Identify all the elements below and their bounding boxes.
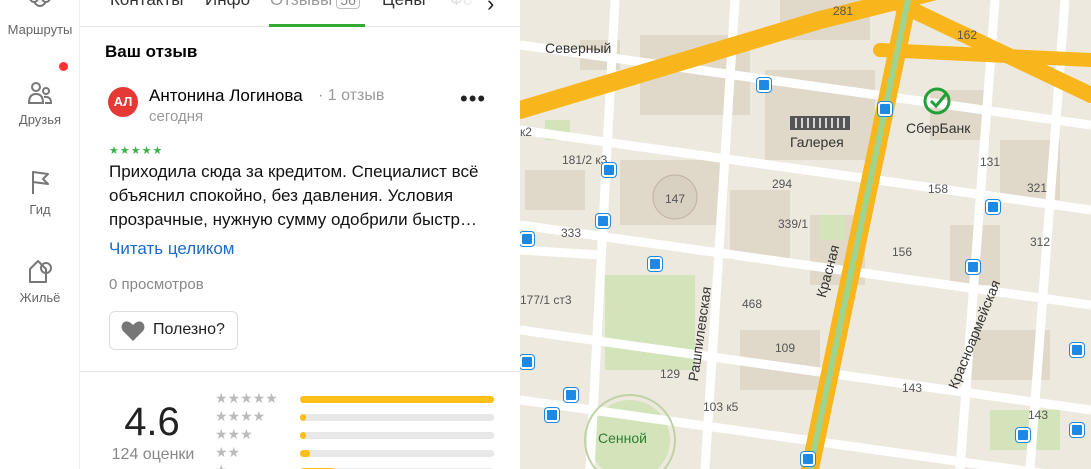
bus-stop-icon[interactable] bbox=[757, 78, 771, 92]
map-label-147: 147 bbox=[665, 192, 686, 206]
sidebar-item-housing[interactable]: Жильё bbox=[0, 256, 80, 305]
map-label-143: 143 bbox=[1028, 408, 1049, 422]
active-tab-indicator bbox=[269, 24, 365, 27]
bus-stop-icon[interactable] bbox=[1070, 343, 1084, 357]
map-label-468: 468 bbox=[742, 297, 763, 311]
sidebar-item-label: Жильё bbox=[19, 290, 61, 305]
distribution-bar bbox=[300, 396, 494, 403]
sidebar-item-friends[interactable]: Друзья bbox=[0, 78, 80, 127]
bus-stop-icon[interactable] bbox=[648, 257, 662, 271]
divider bbox=[80, 371, 520, 372]
heart-icon bbox=[121, 321, 145, 341]
map-label-103-k5: 103 к5 bbox=[703, 400, 739, 414]
bus-stop-icon[interactable] bbox=[545, 408, 559, 422]
tab-bar: Контакты Инфо Отзывы56 Цены Фо › bbox=[80, 0, 520, 27]
bus-stop-icon[interactable] bbox=[520, 232, 534, 246]
read-more-link[interactable]: Читать целиком bbox=[109, 239, 235, 259]
author-name[interactable]: Антонина Логинова bbox=[149, 86, 303, 106]
avatar[interactable]: АЛ bbox=[108, 87, 138, 117]
more-options-button[interactable]: ••• bbox=[460, 86, 486, 112]
bus-stop-icon[interactable] bbox=[596, 214, 610, 228]
sberbank-logo-icon[interactable] bbox=[922, 86, 952, 116]
views-count: 0 просмотров bbox=[109, 276, 204, 293]
friends-icon bbox=[27, 82, 53, 104]
route-icon bbox=[29, 0, 51, 7]
review-date: сегодня bbox=[149, 108, 204, 125]
distribution-bar bbox=[300, 414, 494, 421]
distribution-bar bbox=[300, 450, 494, 457]
distribution-bar bbox=[300, 432, 494, 439]
map-view[interactable]: Северный Галерея СберБанк Сенной Красная… bbox=[520, 0, 1091, 469]
map-label-k2: к2 bbox=[520, 125, 532, 139]
sidebar-item-label: Гид bbox=[29, 202, 51, 217]
reviews-count-badge: 56 bbox=[336, 0, 360, 9]
tab-contacts[interactable]: Контакты bbox=[110, 0, 183, 10]
bus-stop-icon[interactable] bbox=[1070, 423, 1084, 437]
distribution-stars: ★★★★ bbox=[215, 408, 266, 424]
map-label-131: 131 bbox=[980, 155, 1001, 169]
map-label-156: 156 bbox=[892, 245, 913, 259]
map-label-sennoy: Сенной bbox=[598, 430, 647, 446]
gallery-building-icon bbox=[790, 116, 850, 130]
map-label-181: 181/2 к3 bbox=[562, 153, 608, 167]
distribution-stars: ★ bbox=[215, 462, 228, 469]
author-review-count: · 1 отзыв bbox=[318, 87, 385, 104]
sidebar-item-routes[interactable]: Маршруты bbox=[0, 0, 80, 37]
tab-info[interactable]: Инфо bbox=[205, 0, 250, 10]
tab-reviews-label: Отзывы bbox=[270, 0, 332, 9]
map-label-339-1: 339/1 bbox=[778, 217, 809, 231]
review-text: Приходила сюда за кредитом. Специалист в… bbox=[109, 162, 479, 229]
bus-stop-icon[interactable] bbox=[801, 452, 815, 466]
map-label-312: 312 bbox=[1030, 235, 1051, 249]
map-label-129: 129 bbox=[660, 367, 681, 381]
flag-icon bbox=[32, 171, 49, 194]
rating-value: 4.6 bbox=[124, 400, 180, 444]
chevron-right-icon[interactable]: › bbox=[487, 0, 494, 17]
map-label-143: 143 bbox=[902, 381, 923, 395]
map-label-158: 158 bbox=[928, 182, 949, 196]
sidebar-item-guide[interactable]: Гид bbox=[0, 168, 80, 217]
map-label-333: 333 bbox=[561, 226, 582, 240]
bus-stop-icon[interactable] bbox=[602, 163, 616, 177]
distribution-stars: ★★★ bbox=[215, 426, 253, 442]
house-icon bbox=[29, 260, 52, 283]
map-label-109: 109 bbox=[775, 341, 796, 355]
organization-panel: Контакты Инфо Отзывы56 Цены Фо › Ваш отз… bbox=[80, 0, 520, 469]
review-rating-stars: ★★★★★ bbox=[109, 145, 164, 157]
bus-stop-icon[interactable] bbox=[986, 200, 1000, 214]
distribution-stars: ★★★★★ bbox=[215, 390, 278, 406]
left-rail: Маршруты Друзья Гид Жильё bbox=[0, 0, 80, 469]
map-label-321: 321 bbox=[1027, 181, 1048, 195]
map-label-galereya: Галерея bbox=[790, 134, 844, 150]
bus-stop-icon[interactable] bbox=[878, 102, 892, 116]
map-label-177: 177/1 ст3 bbox=[520, 293, 572, 307]
distribution-bar-fill bbox=[300, 414, 306, 421]
bus-stop-icon[interactable] bbox=[1016, 428, 1030, 442]
distribution-bar-fill bbox=[300, 396, 494, 403]
bus-stop-icon[interactable] bbox=[520, 355, 534, 369]
map-canvas bbox=[520, 0, 1091, 469]
map-label-162: 162 bbox=[957, 28, 978, 42]
section-title: Ваш отзыв bbox=[105, 42, 198, 61]
map-label-sberbank[interactable]: СберБанк bbox=[906, 120, 970, 136]
rating-count: 124 оценки bbox=[111, 446, 195, 463]
tab-fade bbox=[440, 0, 520, 26]
distribution-bar-fill bbox=[300, 450, 310, 457]
map-label-294: 294 bbox=[772, 177, 793, 191]
bus-stop-icon[interactable] bbox=[564, 388, 578, 402]
helpful-button[interactable]: Полезно? bbox=[109, 311, 238, 350]
sidebar-item-label: Друзья bbox=[18, 112, 62, 127]
map-label-281: 281 bbox=[833, 4, 854, 18]
tab-reviews[interactable]: Отзывы 56 bbox=[270, 0, 360, 10]
distribution-bar-fill bbox=[300, 432, 306, 439]
bus-stop-icon[interactable] bbox=[966, 260, 980, 274]
map-label-severny: Северный bbox=[545, 40, 612, 56]
helpful-button-label: Полезно? bbox=[153, 321, 225, 338]
distribution-stars: ★★ bbox=[215, 444, 241, 460]
notification-dot bbox=[59, 62, 68, 71]
sidebar-item-label: Маршруты bbox=[7, 22, 73, 37]
tab-prices[interactable]: Цены bbox=[382, 0, 426, 10]
